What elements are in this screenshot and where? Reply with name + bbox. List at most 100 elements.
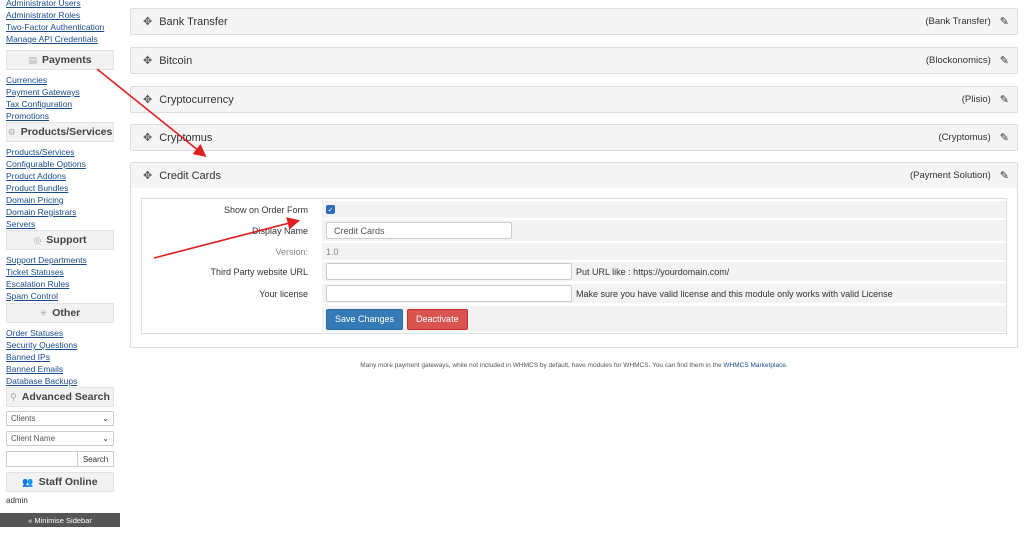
sidebar-link-administrator-users[interactable]: Administrator Users	[0, 0, 120, 9]
gateway-module: (Cryptomus)	[938, 132, 991, 143]
row-third-party-url: Third Party website URL Put URL like : h…	[142, 262, 1006, 281]
field-label: Show on Order Form	[223, 204, 308, 215]
sidebar-header-staff-online: 👥 Staff Online	[6, 472, 114, 492]
sidebar-link-two-factor-authentication[interactable]: Two-Factor Authentication	[0, 21, 120, 33]
search-field-value: Client Name	[11, 434, 56, 443]
sidebar-link-domain-registrars[interactable]: Domain Registrars	[0, 206, 120, 218]
search-type-value: Clients	[11, 414, 36, 423]
whmcs-marketplace-link[interactable]: WHMCS Marketplace	[723, 362, 785, 369]
gateway-name: Cryptocurrency	[159, 93, 234, 106]
binoculars-icon: ⚲	[10, 391, 17, 402]
sidebar-link-ticket-statuses[interactable]: Ticket Statuses	[0, 266, 120, 278]
sidebar-link-currencies[interactable]: Currencies	[0, 74, 120, 86]
gateway-module: (Plisio)	[961, 94, 991, 105]
field-hint: Make sure you have valid license and thi…	[576, 288, 893, 299]
gateway-panel-cryptomus[interactable]: ✥ Cryptomus (Cryptomus) ✎	[130, 124, 1018, 151]
other-icon: ✳	[39, 307, 48, 318]
gateway-module: (Blockonomics)	[925, 55, 991, 66]
row-actions: Save Changes Deactivate	[142, 306, 1006, 332]
edit-icon[interactable]: ✎	[1000, 169, 1009, 182]
sidebar-header-label: Advanced Search	[21, 391, 110, 403]
move-icon[interactable]: ✥	[143, 54, 152, 67]
staff-online-name: admin	[6, 496, 28, 505]
users-icon: 👥	[22, 476, 34, 487]
field-value: Put URL like : https://yourdomain.com/	[322, 262, 1006, 281]
field-value: Credit Cards	[322, 220, 1006, 241]
field-hint: Put URL like : https://yourdomain.com/	[576, 266, 730, 277]
search-box: Search	[6, 451, 114, 467]
gateway-panel-credit-cards[interactable]: ✥ Credit Cards (Payment Solution) ✎	[130, 162, 1018, 189]
sidebar-header-products-services: ⚙ Products/Services	[6, 122, 114, 142]
sidebar-header-label: Other	[52, 307, 81, 319]
sidebar-header-label: Staff Online	[38, 476, 98, 488]
sidebar-link-domain-pricing[interactable]: Domain Pricing	[0, 194, 120, 206]
sidebar-header-other: ✳ Other	[6, 303, 114, 323]
sidebar-link-product-bundles[interactable]: Product Bundles	[0, 182, 120, 194]
gateway-panel-bitcoin[interactable]: ✥ Bitcoin (Blockonomics) ✎	[130, 47, 1018, 74]
field-value: ✓	[322, 201, 1006, 218]
search-field-select[interactable]: Client Name ⌄	[6, 431, 114, 446]
third-party-url-input[interactable]	[326, 263, 572, 280]
field-label: Version:	[275, 246, 308, 257]
license-input[interactable]	[326, 285, 572, 302]
row-license: Your license Make sure you have valid li…	[142, 284, 1006, 303]
sidebar-link-payment-gateways[interactable]: Payment Gateways	[0, 86, 120, 98]
sidebar-link-banned-ips[interactable]: Banned IPs	[0, 351, 120, 363]
sidebar-link-order-statuses[interactable]: Order Statuses	[0, 327, 120, 339]
move-icon[interactable]: ✥	[143, 15, 152, 28]
minimise-sidebar-button[interactable]: « Minimise Sidebar	[0, 513, 120, 527]
gateway-panel-bank-transfer[interactable]: ✥ Bank Transfer (Bank Transfer) ✎	[130, 8, 1018, 35]
edit-icon[interactable]: ✎	[1000, 15, 1009, 28]
sidebar-link-configurable-options[interactable]: Configurable Options	[0, 158, 120, 170]
support-icon: ◎	[33, 234, 42, 245]
sidebar-header-advanced-search: ⚲ Advanced Search	[6, 387, 114, 407]
gateway-panel-cryptocurrency[interactable]: ✥ Cryptocurrency (Plisio) ✎	[130, 86, 1018, 113]
sidebar-link-products-services[interactable]: Products/Services	[0, 146, 120, 158]
sidebar-link-product-addons[interactable]: Product Addons	[0, 170, 120, 182]
sidebar-link-escalation-rules[interactable]: Escalation Rules	[0, 278, 120, 290]
gateway-module: (Payment Solution)	[909, 170, 991, 181]
products-icon: ⚙	[7, 126, 16, 137]
sidebar-link-administrator-roles[interactable]: Administrator Roles	[0, 9, 120, 21]
sidebar-link-manage-api-credentials[interactable]: Manage API Credentials	[0, 33, 120, 45]
deactivate-button[interactable]: Deactivate	[407, 308, 468, 330]
sidebar-link-tax-configuration[interactable]: Tax Configuration	[0, 98, 120, 110]
credit-cards-settings-form: Show on Order Form ✓ Display Name Credit…	[141, 198, 1007, 334]
gateway-name: Credit Cards	[159, 169, 221, 182]
row-show-on-order: Show on Order Form ✓	[142, 201, 1006, 218]
search-button[interactable]: Search	[77, 451, 114, 467]
sidebar-header-label: Products/Services	[20, 126, 113, 138]
edit-icon[interactable]: ✎	[1000, 54, 1009, 67]
gateway-name: Cryptomus	[159, 131, 213, 144]
chevron-down-icon: ⌄	[102, 414, 109, 423]
field-value: Make sure you have valid license and thi…	[322, 284, 1006, 303]
edit-icon[interactable]: ✎	[1000, 131, 1009, 144]
marketplace-note: Many more payment gateways, while not in…	[130, 362, 1018, 369]
sidebar-header-label: Support	[46, 234, 87, 246]
row-version: Version: 1.0	[142, 243, 1006, 260]
row-display-name: Display Name Credit Cards	[142, 220, 1006, 241]
sidebar-link-support-departments[interactable]: Support Departments	[0, 254, 120, 266]
sidebar-link-security-questions[interactable]: Security Questions	[0, 339, 120, 351]
save-changes-button[interactable]: Save Changes	[326, 308, 404, 330]
gateway-name: Bank Transfer	[159, 15, 228, 28]
version-value: 1.0	[322, 243, 1006, 260]
move-icon[interactable]: ✥	[143, 131, 152, 144]
payments-icon: ▤	[28, 54, 37, 65]
marketplace-note-text: Many more payment gateways, while not in…	[360, 362, 722, 369]
search-input[interactable]	[6, 451, 77, 467]
search-type-select[interactable]: Clients ⌄	[6, 411, 114, 426]
field-label: Your license	[259, 288, 308, 299]
edit-icon[interactable]: ✎	[1000, 93, 1009, 106]
gateway-name: Bitcoin	[159, 54, 193, 67]
sidebar-header-label: Payments	[41, 54, 92, 66]
show-on-order-checkbox[interactable]: ✓	[326, 205, 335, 214]
move-icon[interactable]: ✥	[143, 169, 152, 182]
sidebar-link-banned-emails[interactable]: Banned Emails	[0, 363, 120, 375]
move-icon[interactable]: ✥	[143, 93, 152, 106]
actions-cell: Save Changes Deactivate	[322, 306, 1006, 332]
field-label: Third Party website URL	[210, 266, 308, 277]
chevron-down-icon: ⌄	[102, 434, 109, 443]
gateway-module: (Bank Transfer)	[925, 16, 991, 27]
display-name-input[interactable]: Credit Cards	[326, 222, 512, 239]
